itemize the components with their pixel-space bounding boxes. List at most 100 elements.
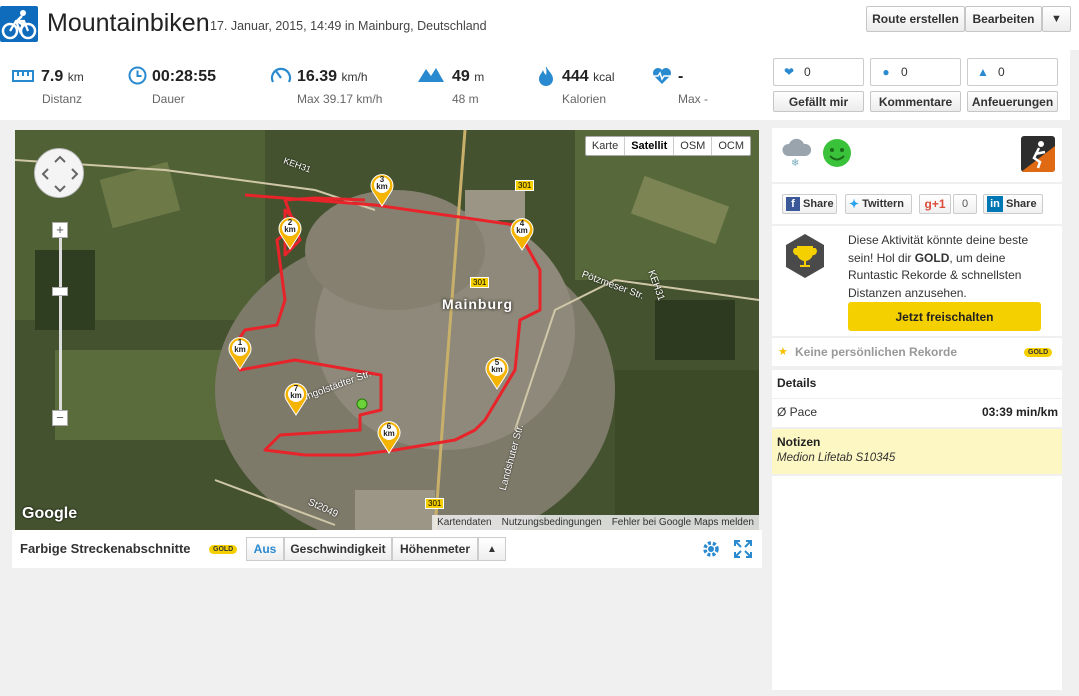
pan-control[interactable] bbox=[34, 148, 84, 198]
chevron-up-icon: ▲ bbox=[487, 543, 497, 555]
activity-title: Mountainbiken bbox=[47, 9, 210, 37]
chevron-down-icon: ▼ bbox=[1051, 13, 1062, 25]
map-type-satellit[interactable]: Satellit bbox=[625, 137, 675, 155]
stat-speed: 16.39 km/h Max 39.17 km/h bbox=[270, 66, 400, 106]
create-route-button[interactable]: Route erstellen bbox=[866, 6, 965, 32]
google-plus-label: +1 bbox=[931, 197, 946, 211]
max-speed-label: Max 39.17 km/h bbox=[297, 92, 383, 106]
stat-calories: 444 kcal Kalorien bbox=[538, 66, 628, 106]
facebook-share-label: Share bbox=[803, 198, 834, 210]
town-label: Mainburg bbox=[442, 296, 513, 312]
facebook-share-button[interactable]: f Share bbox=[782, 194, 837, 214]
road-sign: 301 bbox=[425, 498, 445, 509]
cheer-button[interactable]: Anfeuerungen bbox=[967, 91, 1058, 112]
comments-counter: ● 0 bbox=[870, 58, 961, 86]
duration-label: Dauer bbox=[152, 92, 185, 106]
stat-duration: 00:28:55 Dauer bbox=[128, 66, 238, 106]
road-sign: 301 bbox=[515, 180, 535, 191]
stat-distance: 7.9 km Distanz bbox=[12, 66, 112, 106]
mountainbike-icon bbox=[0, 6, 38, 42]
trophy-hexagon-icon bbox=[786, 234, 824, 278]
comment-icon: ● bbox=[882, 65, 890, 79]
elevation-down-label: 48 m bbox=[452, 92, 479, 106]
zoom-out-button[interactable]: − bbox=[52, 410, 68, 426]
speedometer-icon bbox=[270, 67, 292, 83]
road-sign: 301 bbox=[470, 277, 490, 288]
cheers-count: 0 bbox=[998, 65, 1005, 79]
facebook-icon: f bbox=[786, 197, 800, 211]
pan-arrows-icon bbox=[41, 155, 79, 193]
heart-bubble-icon: ❤ bbox=[783, 65, 795, 79]
km-marker-label: 3 km bbox=[376, 175, 388, 191]
right-panel-empty bbox=[772, 476, 1062, 690]
comments-count: 0 bbox=[901, 65, 908, 79]
distance-value: 7.9 bbox=[41, 68, 64, 85]
elevation-value: 49 bbox=[452, 68, 470, 85]
records-gold-badge: GOLD bbox=[1024, 348, 1053, 357]
km-marker-label: 4 km bbox=[516, 219, 528, 235]
gold-badge: GOLD bbox=[209, 545, 238, 554]
distance-unit: km bbox=[67, 70, 84, 84]
gold-promo-text: Diese Aktivität könnte deine beste sein!… bbox=[848, 233, 1029, 300]
like-button[interactable]: Gefällt mir bbox=[773, 91, 864, 112]
snow-cloud-icon: ❄ bbox=[782, 138, 812, 168]
linkedin-icon: in bbox=[987, 196, 1003, 212]
conditions-panel bbox=[772, 128, 1062, 182]
likes-count: 0 bbox=[804, 65, 811, 79]
twitter-bird-icon: ✦ bbox=[849, 197, 860, 211]
elevation-unit: m bbox=[474, 70, 485, 84]
zoom-in-button[interactable]: + bbox=[52, 222, 68, 238]
google-plus-icon: g bbox=[924, 197, 932, 211]
segment-option-geschwindigkeit[interactable]: Geschwindigkeit bbox=[284, 537, 392, 561]
km-marker-label: 2 km bbox=[284, 218, 296, 234]
google-plus-count: 0 bbox=[953, 194, 977, 214]
activity-date-location: 17. Januar, 2015, 14:49 in Mainburg, Deu… bbox=[210, 19, 487, 33]
edit-dropdown-button[interactable]: ▼ bbox=[1042, 6, 1071, 32]
mountainbike-app-icon bbox=[1021, 136, 1055, 172]
cheers-counter: ▲ 0 bbox=[967, 58, 1058, 86]
stat-elevation: 49 m 48 m bbox=[418, 66, 508, 106]
zoom-slider-track[interactable] bbox=[59, 238, 62, 410]
svg-text:❄: ❄ bbox=[791, 158, 799, 168]
gear-icon[interactable] bbox=[702, 540, 720, 558]
duration-value: 00:28:55 bbox=[152, 68, 217, 85]
mountain-icon bbox=[418, 68, 444, 82]
map-type-ocm[interactable]: OCM bbox=[712, 137, 750, 155]
map-data-link[interactable]: Kartendaten bbox=[432, 515, 497, 530]
linkedin-share-label: Share bbox=[1006, 198, 1037, 210]
comment-button[interactable]: Kommentare bbox=[870, 91, 961, 112]
ruler-icon bbox=[12, 70, 34, 82]
km-marker-label: 5 km bbox=[491, 358, 503, 374]
route-map[interactable]: Mainburg KEH31 301 301 Pötzmeser Str. KE… bbox=[15, 130, 759, 530]
unlock-gold-button[interactable]: Jetzt freischalten bbox=[848, 302, 1041, 331]
likes-counter: ❤ 0 bbox=[773, 58, 864, 86]
speed-value: 16.39 bbox=[297, 68, 338, 85]
distance-label: Distanz bbox=[42, 92, 83, 106]
details-title: Details bbox=[777, 376, 817, 390]
megaphone-icon: ▲ bbox=[977, 65, 989, 79]
calories-label: Kalorien bbox=[562, 92, 607, 106]
twitter-button[interactable]: ✦ Twittern bbox=[845, 194, 912, 214]
edit-button[interactable]: Bearbeiten bbox=[965, 6, 1042, 32]
km-marker-label: 1 km bbox=[234, 338, 246, 354]
terms-link[interactable]: Nutzungsbedingungen bbox=[497, 515, 607, 530]
flame-icon bbox=[539, 66, 553, 86]
speed-unit: km/h bbox=[341, 70, 368, 84]
segment-option-hoehenmeter[interactable]: Höhenmeter bbox=[392, 537, 478, 561]
collapse-button[interactable]: ▲ bbox=[478, 537, 506, 561]
fullscreen-icon[interactable] bbox=[734, 540, 752, 558]
map-type-osm[interactable]: OSM bbox=[674, 137, 713, 155]
trophy-icon: ★ bbox=[778, 346, 788, 358]
map-type-karte[interactable]: Karte bbox=[586, 137, 626, 155]
segment-option-aus[interactable]: Aus bbox=[246, 537, 284, 561]
heartrate-value: - bbox=[678, 68, 684, 85]
pace-label: Ø Pace bbox=[777, 405, 818, 419]
map-footer: Kartendaten Nutzungsbedingungen Fehler b… bbox=[432, 515, 759, 530]
heart-rate-icon bbox=[653, 68, 671, 84]
google-plus-button[interactable]: g +1 bbox=[919, 194, 951, 214]
notes-title: Notizen bbox=[777, 435, 821, 449]
map-type-selector: Karte Satellit OSM OCM bbox=[584, 136, 751, 156]
linkedin-share-button[interactable]: in Share bbox=[983, 194, 1043, 214]
report-error-link[interactable]: Fehler bei Google Maps melden bbox=[607, 515, 759, 530]
zoom-slider-handle[interactable] bbox=[52, 287, 68, 296]
